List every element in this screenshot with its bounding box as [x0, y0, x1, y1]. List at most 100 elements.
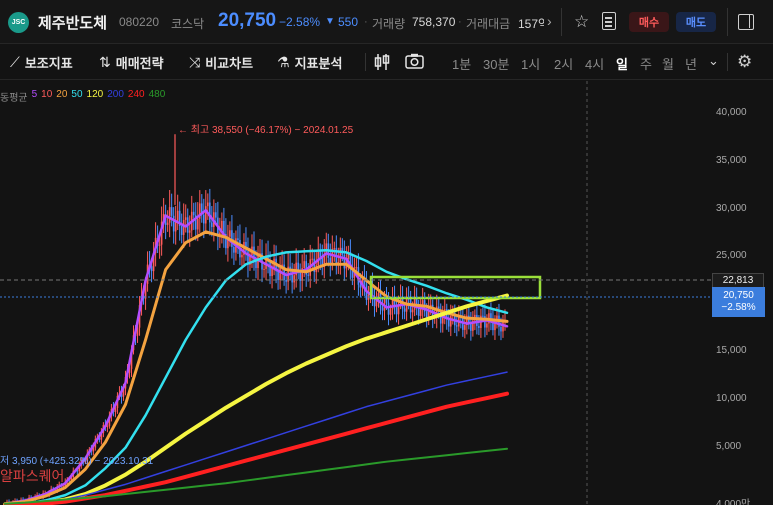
- candle-body: [233, 246, 235, 253]
- compare-label: 비교차트: [205, 56, 254, 71]
- chart-canvas[interactable]: [0, 81, 773, 505]
- chevron-down-icon[interactable]: ⌄: [708, 53, 719, 69]
- period-30min[interactable]: 30분: [483, 54, 509, 73]
- low-price-label: 저 3,950 (+425.32%) − 2023.10.31: [0, 456, 154, 467]
- candle-body: [385, 299, 388, 303]
- candle-body: [379, 293, 382, 308]
- candle-body: [202, 214, 205, 224]
- candle-body: [482, 315, 484, 317]
- candle-body: [381, 307, 384, 311]
- down-arrow-icon: ▼: [325, 16, 335, 27]
- moving-average-legend: 동평균 5 10 20 50 120 200 240 480: [0, 89, 165, 104]
- candle-body: [158, 244, 161, 246]
- candle-body: [263, 268, 265, 270]
- divider: [365, 53, 366, 71]
- y-tick: 10,000: [716, 393, 747, 404]
- sort-arrows-icon: ⇅: [99, 54, 111, 70]
- candle-body: [462, 318, 464, 330]
- camera-icon[interactable]: [405, 53, 424, 69]
- candle-body: [277, 271, 279, 281]
- ma-legend-item: 240: [127, 89, 145, 100]
- candle-body: [429, 304, 432, 306]
- y-tick: 35,000: [716, 155, 747, 166]
- period-1min[interactable]: 1분: [452, 54, 471, 73]
- candle-body: [215, 212, 217, 218]
- compare-button[interactable]: ⤨ 비교차트: [189, 53, 253, 72]
- candle-body: [441, 317, 444, 324]
- y-tick: 4,000만: [716, 499, 751, 505]
- ma-legend-item: 480: [148, 89, 166, 100]
- change-amount: 550: [338, 15, 359, 29]
- ma-legend-item: 10: [41, 89, 53, 100]
- divider: [727, 53, 728, 71]
- current-price-tag: 20,750 −2.58%: [712, 287, 765, 317]
- high-price-label: ← 최고 38,550 (−46.17%) − 2024.01.25: [178, 125, 354, 136]
- candle-body: [389, 309, 392, 315]
- stock-header: JSC 제주반도체 080220 코스닥 20,750 −2.58% ▼ 550…: [0, 0, 773, 44]
- period-month[interactable]: 월: [662, 54, 674, 73]
- indicator-label: 보조지표: [24, 56, 73, 71]
- candle-body: [355, 267, 358, 269]
- candle-body: [196, 218, 199, 230]
- candle-body: [209, 202, 211, 223]
- sell-button[interactable]: 매도: [676, 12, 716, 32]
- candle-body: [176, 210, 179, 222]
- gear-icon[interactable]: ⚙: [737, 52, 752, 72]
- period-week[interactable]: 주: [640, 54, 652, 73]
- clipboard-icon[interactable]: [602, 12, 616, 30]
- candle-body: [293, 275, 295, 283]
- period-day[interactable]: 일: [616, 54, 628, 73]
- candle-body: [377, 293, 380, 297]
- candle-body: [387, 302, 390, 315]
- candle-body: [425, 311, 428, 318]
- current-price: 20,750: [218, 10, 277, 31]
- candle-body: [317, 250, 320, 266]
- candle-body: [279, 267, 281, 281]
- ma-legend-item: 200: [107, 89, 124, 100]
- divider: [727, 8, 728, 36]
- ma-legend-item: 120: [86, 89, 104, 100]
- divider: [561, 8, 562, 36]
- candle-body: [188, 230, 191, 233]
- buy-button[interactable]: 매수: [629, 12, 669, 32]
- period-4hour[interactable]: 4시: [585, 54, 604, 73]
- candlestick-icon[interactable]: [374, 53, 390, 71]
- candle-body: [172, 215, 175, 232]
- period-year[interactable]: 년: [685, 54, 697, 73]
- separator: ·: [458, 16, 462, 28]
- volume-label: 거래량: [372, 17, 406, 31]
- ma-legend-item: 20: [56, 89, 68, 100]
- strategy-button[interactable]: ⇅ 매매전략: [99, 53, 164, 72]
- price-chart[interactable]: 동평균 5 10 20 50 120 200 240 480 ← 최고 38,550 (−46…: [0, 81, 773, 505]
- indicator-button[interactable]: ⟋ 보조지표: [10, 53, 73, 72]
- stock-name[interactable]: 제주반도체: [38, 12, 107, 33]
- y-tick: 30,000: [716, 203, 747, 214]
- line-chart-icon: ⟋: [10, 54, 20, 70]
- candle-body: [271, 268, 273, 277]
- watermark: 알파스퀘어: [0, 468, 65, 484]
- change-percent: −2.58%: [279, 15, 321, 29]
- chevron-right-icon[interactable]: ›: [547, 13, 552, 29]
- stock-code: 080220: [119, 15, 160, 29]
- y-tick: 15,000: [716, 345, 747, 356]
- candle-body: [339, 247, 342, 262]
- y-tick: 5,000: [716, 441, 742, 452]
- candle-body: [478, 325, 480, 329]
- analysis-button[interactable]: ⚗ 지표분석: [277, 53, 342, 72]
- market-label: 코스닥: [171, 17, 205, 31]
- candle-body: [269, 261, 271, 277]
- analysis-label: 지표분석: [294, 56, 343, 71]
- candle-body: [486, 323, 488, 328]
- period-1hour[interactable]: 1시: [521, 54, 540, 73]
- candle-body: [403, 308, 406, 312]
- candle-body: [299, 271, 301, 281]
- period-2hour[interactable]: 2시: [554, 54, 573, 73]
- candle-body: [329, 257, 332, 264]
- candle-body: [229, 230, 231, 237]
- candle-body: [311, 258, 314, 260]
- candle-body: [241, 254, 243, 258]
- side-panel-icon[interactable]: [738, 14, 754, 30]
- star-icon[interactable]: ☆: [574, 12, 589, 32]
- candle-body: [464, 325, 466, 330]
- shuffle-icon: ⤨: [189, 54, 201, 70]
